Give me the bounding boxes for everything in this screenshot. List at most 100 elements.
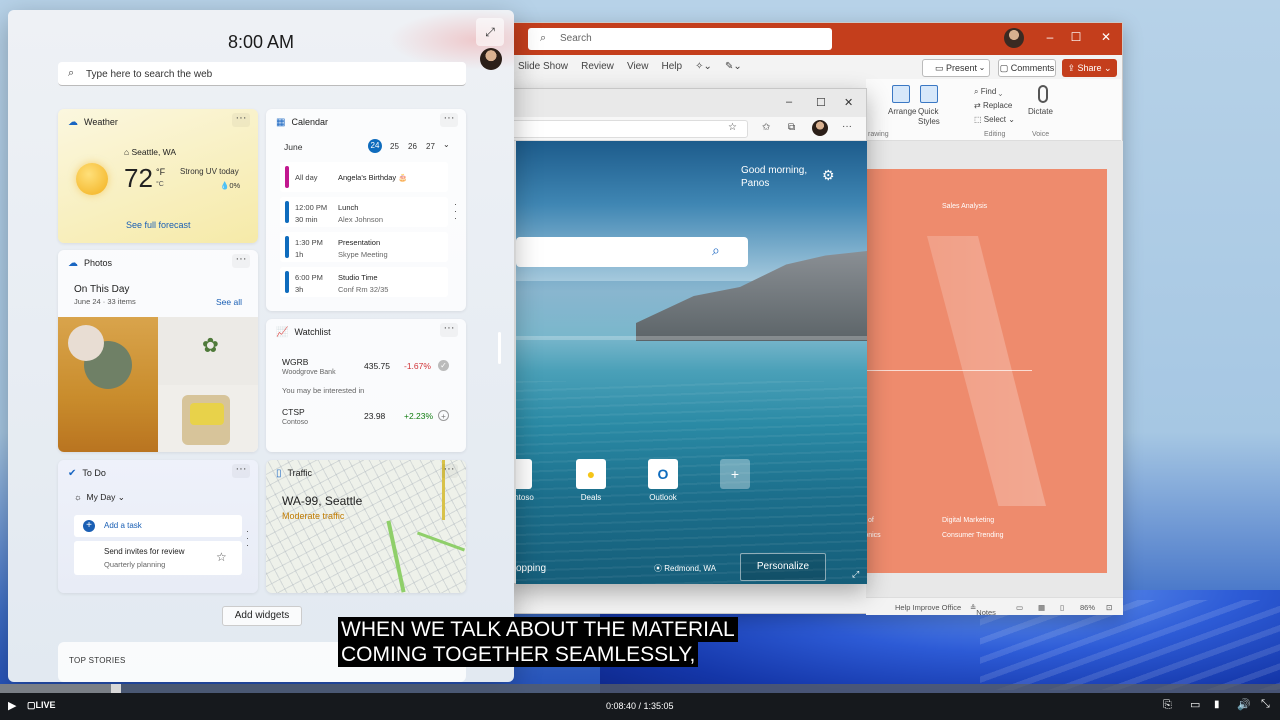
live-button[interactable]: ▢LIVE [27,700,56,711]
add-shortcut-icon[interactable]: + [720,459,750,489]
pen-icon[interactable]: ✎⌄ [725,55,742,79]
todo-widget[interactable]: ✔ To Do ··· ☼ My Day ⌄ + Add a task Send … [58,460,258,593]
avatar[interactable] [1004,28,1024,48]
photo-thumbnail[interactable]: ✿ [158,317,258,385]
zoom-level[interactable]: 86% [1080,603,1095,612]
fit-slide-icon[interactable]: ⊡ [1106,603,1112,612]
stock-row[interactable]: CTSP Contoso 23.98 +2.23% + [282,407,454,433]
star-icon[interactable]: ☆ [216,550,227,564]
menu-help[interactable]: Help [662,55,683,79]
captions-icon[interactable]: ⎘ [1163,699,1172,712]
todo-list-selector[interactable]: ☼ My Day ⌄ [74,492,125,503]
calendar-day[interactable]: 25 [390,142,399,151]
more-options-button[interactable]: ··· [440,323,458,337]
drag-handle-icon[interactable]: · · · [246,527,249,550]
menu-slide-show[interactable]: Slide Show [518,55,568,79]
slide-sorter-icon[interactable]: ▦ [1038,603,1045,612]
scrollbar[interactable] [498,332,501,364]
outlook-icon[interactable]: O [648,459,678,489]
share-button[interactable]: ⇪ Share ⌄ [1062,59,1117,77]
menu-review[interactable]: Review [581,55,614,79]
designer-icon[interactable]: ✧⌄ [695,55,712,79]
add-to-watchlist-icon[interactable]: + [438,410,449,421]
web-search-box[interactable]: ⌕ [516,237,748,267]
quick-styles-button[interactable]: Quick Styles [918,107,948,127]
shopping-link[interactable]: opping [516,563,546,574]
menu-view[interactable]: View [627,55,649,79]
more-icon[interactable]: ··· [842,121,852,132]
minimize-icon[interactable]: – [1036,30,1064,44]
dictate-button[interactable]: Dictate [1028,107,1053,116]
quality-icon[interactable]: ▮ [1214,699,1220,710]
calendar-event[interactable]: 12:00 PM 30 min Lunch Alex Johnson [280,197,448,227]
checkmark-icon[interactable]: ✓ [438,360,449,371]
quick-link-label[interactable]: Outlook [633,493,693,502]
fullscreen-icon[interactable]: ⤡ [1261,698,1270,711]
add-task-row[interactable]: + Add a task [74,515,242,537]
calendar-event[interactable]: All day Angela's Birthday 🎂 [280,162,448,192]
location-label[interactable]: ⦿ Redmond, WA [654,563,716,574]
normal-view-icon[interactable]: ▭ [1016,603,1023,612]
collections-icon[interactable]: ⧉ [788,122,795,133]
more-options-button[interactable]: ··· [232,254,250,268]
reading-view-icon[interactable]: ▯ [1060,603,1064,612]
calendar-widget[interactable]: ▦ Calendar ··· June 24 25 26 27 ⌄ All day… [266,109,466,311]
calendar-event[interactable]: 1:30 PM 1h Presentation Skype Meeting [280,232,448,262]
unit-fahrenheit[interactable]: °F [156,167,165,177]
arrange-button[interactable]: Arrange [888,107,916,116]
drag-handle-icon[interactable]: · · · [454,200,457,223]
web-search-box[interactable]: ⌕ Type here to search the web [58,62,466,86]
more-options-button[interactable]: ··· [440,464,458,478]
calendar-day[interactable]: 26 [408,142,417,151]
search-icon[interactable]: ⌕ [712,242,720,259]
maximize-icon[interactable]: ☐ [1062,30,1090,44]
see-all-link[interactable]: See all [216,297,242,307]
chat-icon[interactable]: ▭ [1190,698,1200,711]
maximize-icon[interactable]: ☐ [816,96,826,109]
avatar[interactable] [812,120,828,136]
seek-handle[interactable] [111,684,121,693]
photo-thumbnail[interactable] [58,317,158,452]
play-icon[interactable]: ▶ [8,699,16,712]
watchlist-widget[interactable]: 📈 Watchlist ··· WGRB Woodgrove Bank 435.7… [266,319,466,452]
help-improve-office-link[interactable]: Help Improve Office [895,603,961,612]
select-button[interactable]: ⬚ Select ⌄ [974,115,1015,124]
weather-widget[interactable]: ☁ Weather ··· ⌂ Seattle, WA 72 °F °C Stro… [58,109,258,243]
address-bar[interactable] [510,120,748,138]
chevron-down-icon[interactable]: ⌄ [974,59,990,77]
photo-thumbnail[interactable] [158,385,258,452]
find-button[interactable]: ⌕ Find ⌄ [974,87,1002,97]
calendar-event[interactable]: 6:00 PM 3h Studio Time Conf Rm 32/35 [280,267,448,297]
powerpoint-search-box[interactable]: ⌕ Search [528,28,832,50]
chevron-down-icon[interactable]: ⌄ [443,140,450,149]
more-options-button[interactable]: ··· [440,113,458,127]
stock-row[interactable]: WGRB Woodgrove Bank 435.75 -1.67% ✓ [282,357,454,383]
calendar-day[interactable]: 27 [426,142,435,151]
volume-icon[interactable]: 🔊 [1237,698,1251,711]
photos-widget[interactable]: ☁ Photos ··· On This Day June 24 · 33 ite… [58,250,258,452]
settings-gear-icon[interactable]: ⚙ [822,167,835,184]
avatar[interactable] [480,48,502,70]
close-icon[interactable]: ✕ [844,96,853,109]
quick-link-label[interactable]: Deals [561,493,621,502]
replace-button[interactable]: ⇄ Replace [974,101,1012,110]
deals-icon[interactable]: ● [576,459,606,489]
seek-bar[interactable] [0,684,1280,693]
close-icon[interactable]: ✕ [1092,30,1120,44]
more-options-button[interactable]: ··· [232,464,250,478]
notes-button[interactable]: ≗ Notes [970,603,996,617]
personalize-button[interactable]: Personalize [740,553,826,581]
unit-celsius[interactable]: °C [156,181,164,188]
calendar-day-selected[interactable]: 24 [368,139,382,153]
comments-button[interactable]: ▢ Comments [998,59,1056,77]
add-widgets-button[interactable]: Add widgets [222,606,302,626]
favorites-icon[interactable]: ✩ [762,122,770,133]
more-options-button[interactable]: ··· [232,113,250,127]
resize-icon[interactable]: ⤢ [852,569,859,580]
expand-icon[interactable]: ⤢ [476,18,504,46]
add-favorite-icon[interactable]: ☆ [728,122,737,133]
minimize-icon[interactable]: – [786,96,792,108]
traffic-widget[interactable]: ▯ Traffic ··· WA-99, Seattle Moderate tra… [266,460,466,593]
see-full-forecast-link[interactable]: See full forecast [126,220,191,230]
task-item[interactable]: Send invites for review Quarterly planni… [74,541,242,575]
